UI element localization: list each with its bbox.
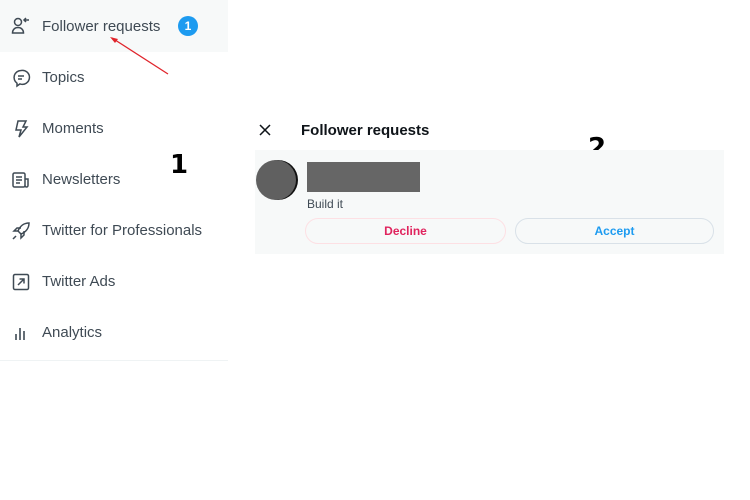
sidebar-item-twitter-ads[interactable]: Twitter Ads [0, 256, 228, 307]
sidebar-item-newsletters[interactable]: Newsletters [0, 154, 228, 205]
external-arrow-box-icon [10, 271, 32, 293]
sidebar-item-topics[interactable]: Topics [0, 52, 228, 103]
sidebar-item-label: Topics [42, 69, 85, 86]
topics-bubble-icon [10, 67, 32, 89]
sidebar-item-label: Follower requests [42, 17, 161, 35]
sidebar-item-label: Analytics [42, 324, 103, 341]
bar-chart-icon [10, 322, 32, 344]
close-icon[interactable] [255, 120, 275, 140]
sidebar-item-twitter-for-professionals[interactable]: Twitter for Professionals [0, 205, 228, 256]
decline-button[interactable]: Decline [305, 218, 506, 244]
lightning-icon [10, 118, 32, 140]
sidebar-item-analytics[interactable]: Analytics [0, 307, 228, 358]
sidebar: Follower requests 1 Topics Moments Newsl… [0, 0, 228, 361]
dialog-title: Follower requests [301, 121, 430, 139]
sidebar-item-label: Moments [42, 120, 104, 137]
accept-button[interactable]: Accept [515, 218, 714, 244]
sidebar-item-moments[interactable]: Moments [0, 103, 228, 154]
newsletter-icon [10, 169, 32, 191]
rocket-icon [10, 220, 32, 242]
notification-badge: 1 [178, 16, 198, 36]
dialog-header: Follower requests [255, 116, 725, 144]
sidebar-item-label: Twitter for Professionals [42, 222, 203, 239]
annotation-marker-1: 1 [170, 150, 189, 180]
sidebar-item-label: Newsletters [42, 171, 121, 188]
user-bio: Build it [307, 197, 344, 211]
follower-request-card: Build it Decline Accept [255, 150, 724, 254]
sidebar-divider [0, 360, 228, 361]
redacted-username [307, 162, 420, 192]
avatar[interactable] [256, 160, 296, 200]
sidebar-item-follower-requests[interactable]: Follower requests 1 [0, 0, 228, 52]
sidebar-item-label: Twitter Ads [42, 273, 116, 290]
person-arrow-icon [10, 15, 32, 37]
